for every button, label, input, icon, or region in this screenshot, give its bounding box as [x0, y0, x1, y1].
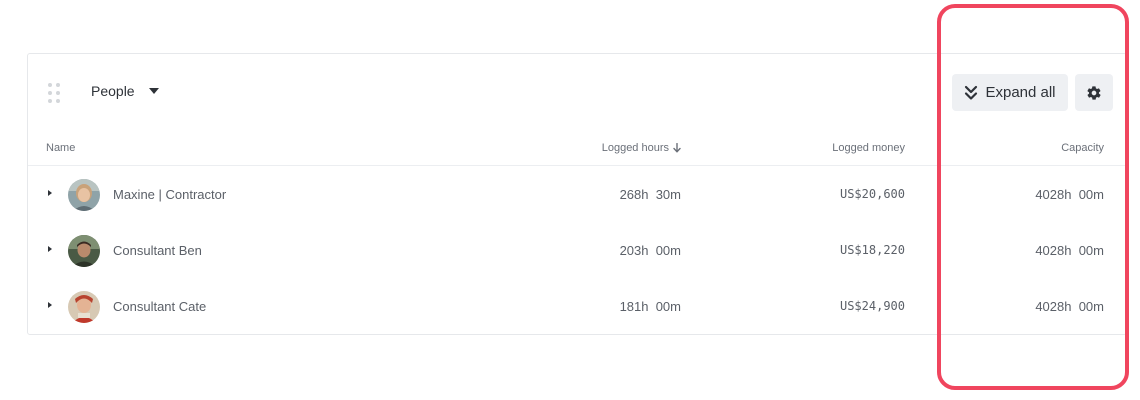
double-chevron-down-icon — [965, 85, 978, 100]
logged-hours-cell: 181h 00m — [619, 299, 681, 314]
group-by-label: People — [91, 83, 135, 99]
settings-button[interactable] — [1075, 74, 1113, 111]
table-row[interactable]: Consultant Cate 181h 00m US$24,900 4028h… — [28, 279, 1126, 335]
expand-all-label: Expand all — [985, 84, 1056, 101]
logged-hours-cell: 268h 30m — [619, 187, 681, 202]
avatar — [68, 291, 100, 323]
caret-right-icon[interactable] — [48, 190, 52, 196]
capacity-cell: 4028h 00m — [1035, 243, 1104, 258]
column-header-logged-money[interactable]: Logged money — [832, 142, 905, 154]
logged-money-cell: US$20,600 — [839, 187, 905, 201]
expand-all-button[interactable]: Expand all — [952, 74, 1068, 111]
caret-down-icon — [148, 88, 159, 94]
person-name[interactable]: Consultant Cate — [113, 299, 206, 314]
logged-hours-label: Logged hours — [601, 142, 669, 154]
arrow-down-icon — [673, 143, 681, 153]
caret-right-icon[interactable] — [48, 246, 52, 252]
avatar — [68, 235, 100, 267]
logged-money-cell: US$18,220 — [839, 243, 905, 257]
drag-handle-icon[interactable] — [48, 83, 60, 103]
avatar — [68, 179, 100, 211]
logged-hours-cell: 203h 00m — [619, 243, 681, 258]
capacity-cell: 4028h 00m — [1035, 187, 1104, 202]
table-row[interactable]: Consultant Ben 203h 00m US$18,220 4028h … — [28, 223, 1126, 279]
table-header: Name Logged hours Logged money Capacity — [28, 136, 1126, 166]
table-row[interactable]: Maxine | Contractor 268h 30m US$20,600 4… — [28, 167, 1126, 223]
person-name[interactable]: Consultant Ben — [113, 243, 202, 258]
gear-icon — [1087, 85, 1101, 100]
column-header-capacity[interactable]: Capacity — [1061, 142, 1104, 154]
logged-money-cell: US$24,900 — [839, 299, 905, 313]
group-by-dropdown[interactable]: People — [91, 83, 159, 99]
capacity-cell: 4028h 00m — [1035, 299, 1104, 314]
column-header-logged-hours[interactable]: Logged hours — [602, 142, 681, 154]
caret-right-icon[interactable] — [48, 302, 52, 308]
person-name[interactable]: Maxine | Contractor — [113, 187, 226, 202]
people-report-card: People Expand all Name Logged hours Logg… — [27, 53, 1127, 335]
column-header-name[interactable]: Name — [46, 142, 75, 154]
